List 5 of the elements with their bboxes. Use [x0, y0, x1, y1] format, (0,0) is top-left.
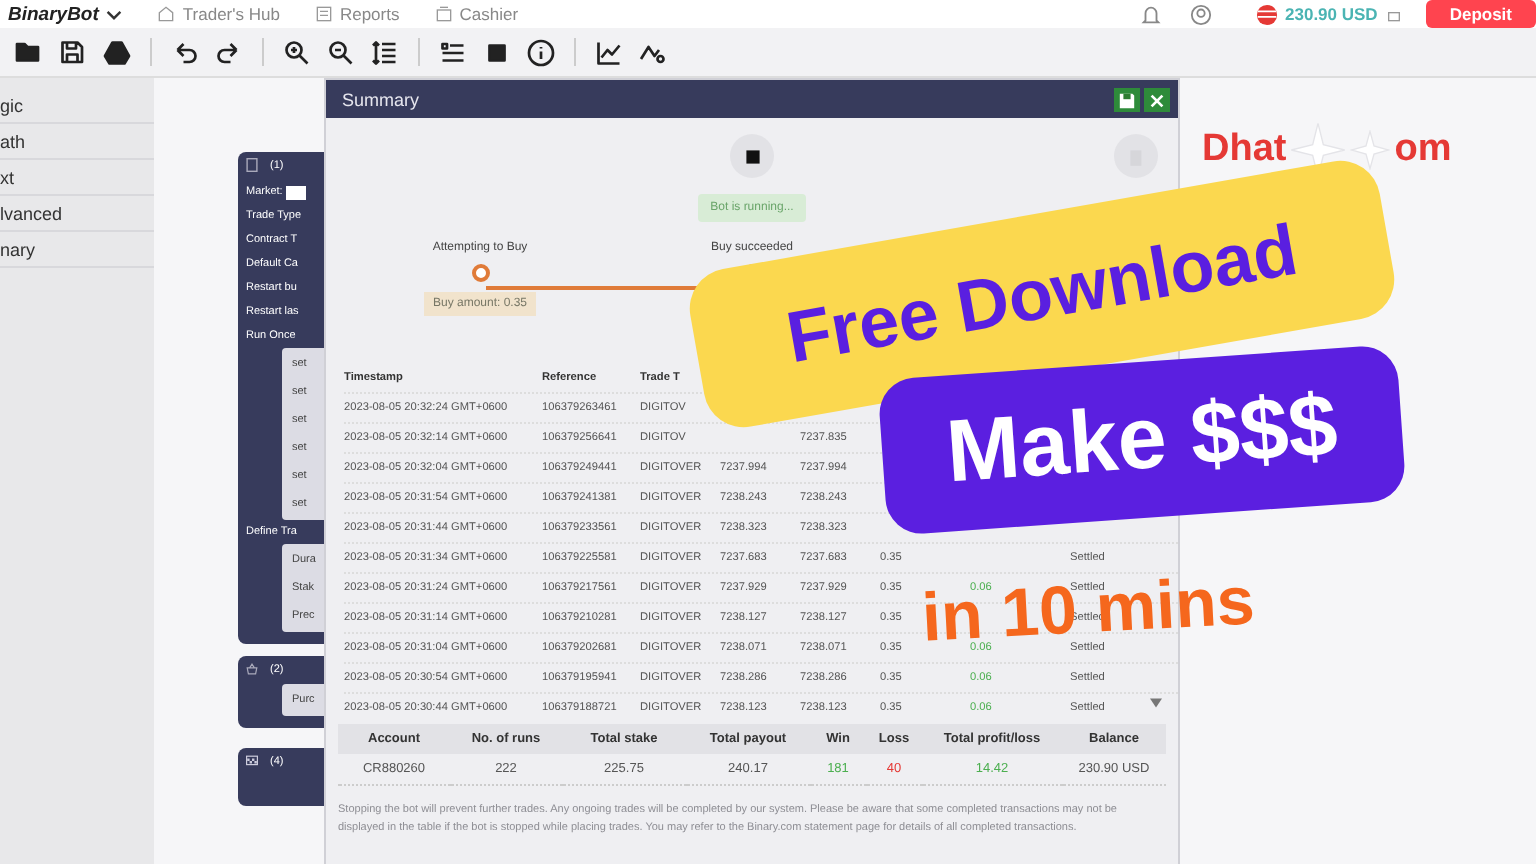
nav-link[interactable]: Reports — [339, 4, 400, 24]
app-logo[interactable]: BinaryBot — [8, 3, 99, 25]
dialog-title: Summary — [342, 89, 420, 109]
nav-link[interactable]: Cashier — [459, 4, 519, 24]
nav-link[interactable]: Trader's Hub — [182, 4, 280, 24]
